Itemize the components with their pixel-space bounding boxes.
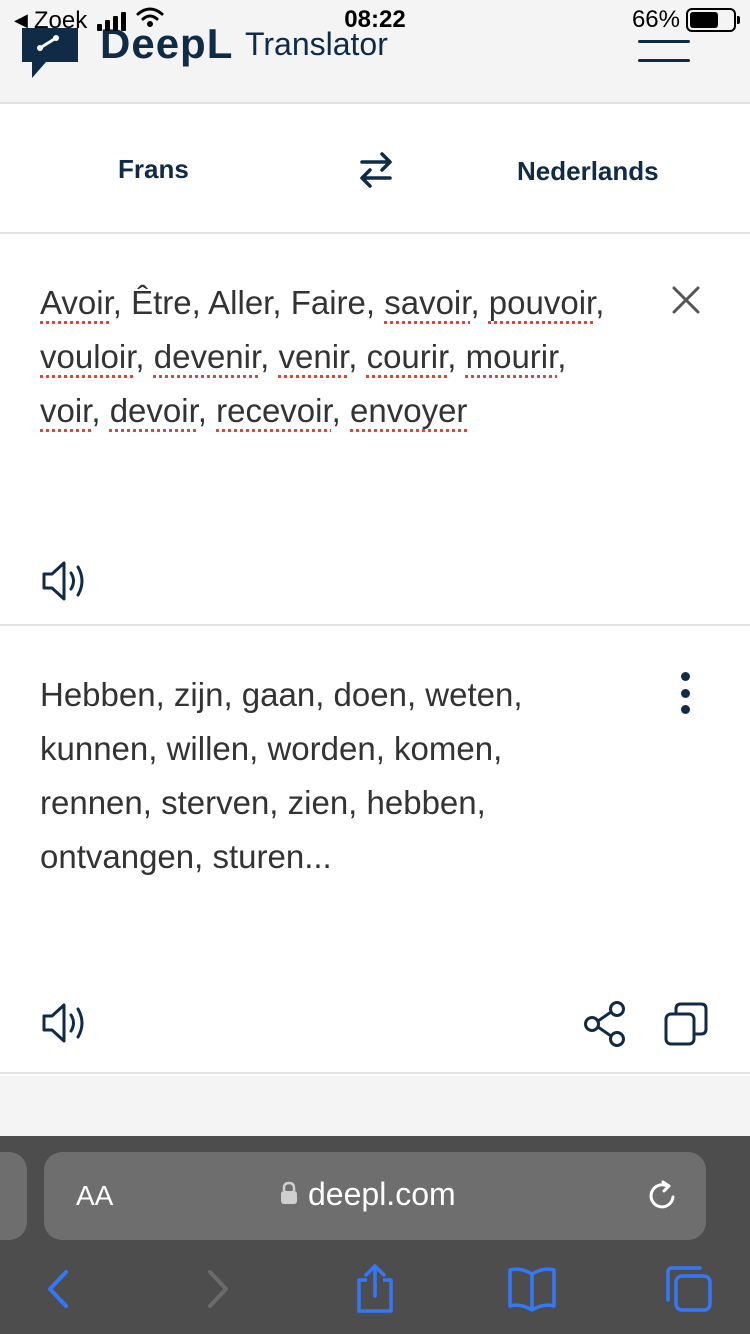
source-panel: Avoir, Être, Aller, Faire, savoir, pouvo…	[0, 236, 750, 626]
translation-line: ontvangen, sturen...	[40, 838, 332, 875]
translation-line: kunnen, willen, worden, komen,	[40, 730, 503, 767]
spellcheck-word: courir	[366, 338, 448, 375]
battery-percent: 66%	[631, 6, 680, 33]
bookmarks-icon[interactable]	[506, 1264, 556, 1314]
back-icon[interactable]	[38, 1264, 88, 1314]
source-text-segment: , Être, Aller, Faire,	[112, 284, 385, 321]
source-text-line: voir, devoir, recevoir, envoyer	[40, 384, 660, 438]
spellcheck-word: pouvoir	[488, 284, 596, 321]
page-footer-area	[0, 1076, 750, 1136]
source-speaker-icon[interactable]	[40, 558, 90, 604]
source-text-segment: ,	[348, 338, 367, 375]
reload-icon[interactable]	[644, 1178, 680, 1214]
source-text-segment: ,	[197, 392, 217, 429]
battery-icon	[686, 8, 740, 32]
browser-toolbar: AA deepl.com	[0, 1136, 750, 1334]
translation-line: Hebben, zijn, gaan, doen, weten,	[40, 676, 523, 713]
text-size-label: AA	[76, 1180, 114, 1211]
url-text: deepl.com	[308, 1176, 456, 1212]
status-battery: 66%	[631, 6, 740, 34]
language-bar: Frans Nederlands	[0, 106, 750, 234]
target-speaker-icon[interactable]	[40, 1000, 90, 1046]
spellcheck-word: recevoir	[216, 392, 332, 429]
target-language-button[interactable]: Nederlands	[517, 156, 659, 187]
source-text-segment: ,	[91, 392, 110, 429]
menu-icon[interactable]	[638, 40, 690, 70]
spellcheck-word: mourir	[465, 338, 558, 375]
spellcheck-word: envoyer	[350, 392, 468, 429]
translation-line: rennen, sterven, zien, hebben,	[40, 784, 486, 821]
address-bar[interactable]: AA deepl.com	[44, 1152, 706, 1240]
share-icon[interactable]	[582, 1000, 628, 1048]
source-text-segment: ,	[331, 392, 351, 429]
swap-languages-icon[interactable]	[354, 148, 398, 192]
source-text-input[interactable]: Avoir, Être, Aller, Faire, savoir, pouvo…	[40, 276, 660, 438]
source-text-segment: ,	[135, 338, 154, 375]
text-size-button[interactable]: AA	[76, 1180, 113, 1212]
status-bar: ◀ Zoek 08:22 66%	[0, 0, 750, 40]
lock-icon	[280, 1176, 298, 1213]
spellcheck-word: voir	[40, 392, 92, 429]
spellcheck-word: vouloir	[40, 338, 136, 375]
spellcheck-word: devenir	[153, 338, 261, 375]
source-text-line: Avoir, Être, Aller, Faire, savoir, pouvo…	[40, 276, 660, 330]
source-text-segment: ,	[447, 338, 466, 375]
spellcheck-word: Avoir	[40, 284, 113, 321]
forward-icon[interactable]	[198, 1264, 248, 1314]
clear-icon[interactable]	[670, 284, 702, 316]
source-text-segment: ,	[260, 338, 279, 375]
copy-icon[interactable]	[662, 1000, 710, 1048]
source-text-line: vouloir, devenir, venir, courir, mourir,	[40, 330, 660, 384]
previous-tab-peek[interactable]	[0, 1152, 27, 1240]
more-options-icon[interactable]	[670, 668, 700, 718]
browser-nav-row	[0, 1264, 750, 1324]
target-panel: Hebben, zijn, gaan, doen, weten, kunnen, …	[0, 628, 750, 1074]
translation-output: Hebben, zijn, gaan, doen, weten, kunnen, …	[40, 668, 640, 884]
source-text-segment: ,	[470, 284, 489, 321]
spellcheck-word: devoir	[109, 392, 198, 429]
url-display[interactable]: deepl.com	[280, 1176, 456, 1213]
source-language-button[interactable]: Frans	[118, 154, 189, 185]
source-text-segment: ,	[557, 338, 567, 375]
share-sheet-icon[interactable]	[352, 1264, 402, 1314]
battery-fill	[690, 12, 718, 28]
source-text-segment: ,	[595, 284, 605, 321]
spellcheck-word: venir	[278, 338, 349, 375]
tabs-icon[interactable]	[664, 1264, 714, 1314]
spellcheck-word: savoir	[384, 284, 471, 321]
